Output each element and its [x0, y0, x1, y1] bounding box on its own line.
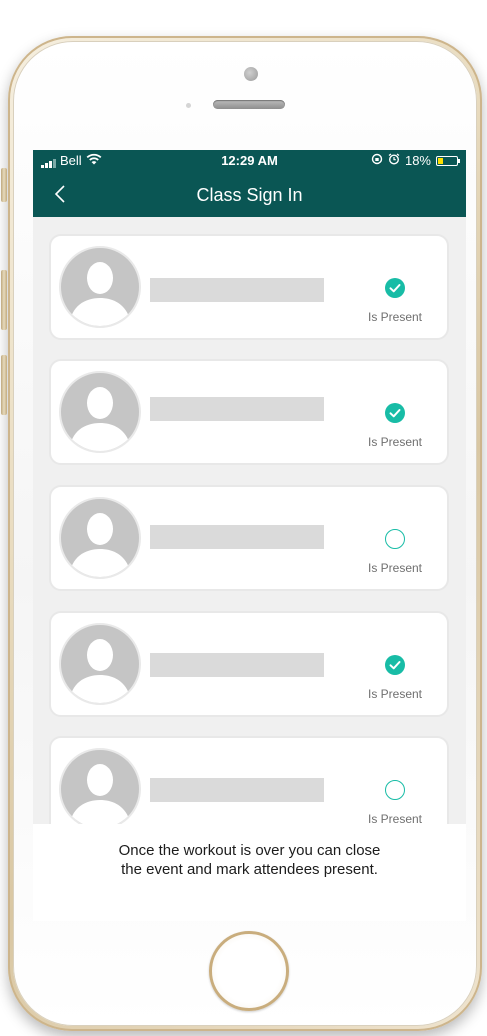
present-check-icon[interactable]: [385, 403, 405, 423]
attendee-list[interactable]: Is Present Is Present Is Present Is Pres…: [33, 217, 466, 824]
front-camera: [244, 67, 258, 81]
avatar: [59, 623, 141, 705]
alarm-icon: [388, 153, 400, 168]
user-placeholder-icon: [69, 262, 131, 326]
earpiece-speaker: [213, 100, 285, 109]
nav-bar: Class Sign In: [33, 172, 466, 217]
user-placeholder-icon: [69, 639, 131, 703]
silent-switch: [1, 168, 7, 202]
attendee-card: Is Present: [49, 485, 449, 591]
present-label: Is Present: [367, 310, 423, 324]
attendee-name-placeholder: [150, 525, 324, 549]
volume-up-button: [1, 270, 7, 330]
user-placeholder-icon: [69, 387, 131, 451]
present-label: Is Present: [367, 561, 423, 575]
present-check-icon[interactable]: [385, 278, 405, 298]
user-placeholder-icon: [69, 513, 131, 577]
battery-icon: [436, 155, 460, 166]
page-title: Class Sign In: [196, 185, 303, 205]
volume-down-button: [1, 355, 7, 415]
attendee-name-placeholder: [150, 653, 324, 677]
attendee-card: Is Present: [49, 736, 449, 824]
orientation-lock-icon: [371, 153, 383, 168]
attendee-name-placeholder: [150, 397, 324, 421]
present-label: Is Present: [367, 435, 423, 449]
battery-fill: [438, 157, 443, 164]
present-label: Is Present: [367, 812, 423, 824]
instruction-text: Once the workout is over you can close t…: [118, 842, 381, 878]
user-placeholder-icon: [69, 764, 131, 824]
proximity-sensor: [186, 103, 191, 108]
app-screen: Bell 12:29 AM 18% Class Sign In Is Prese…: [33, 150, 466, 921]
empty-circle-icon[interactable]: [385, 529, 405, 549]
attendee-card: Is Present: [49, 359, 449, 465]
home-button[interactable]: [209, 931, 289, 1011]
instruction-footer: Once the workout is over you can close t…: [33, 824, 466, 921]
attendee-card: Is Present: [49, 611, 449, 717]
attendee-name-placeholder: [150, 778, 324, 802]
avatar: [59, 497, 141, 579]
present-label: Is Present: [367, 687, 423, 701]
avatar: [59, 371, 141, 453]
attendee-card: Is Present: [49, 234, 449, 340]
avatar: [59, 748, 141, 824]
battery-percent: 18%: [404, 153, 431, 168]
status-bar: Bell 12:29 AM 18%: [33, 150, 466, 172]
empty-circle-icon[interactable]: [385, 780, 405, 800]
present-check-icon[interactable]: [385, 655, 405, 675]
status-right: 18%: [371, 153, 460, 168]
attendee-name-placeholder: [150, 278, 324, 302]
avatar: [59, 246, 141, 328]
